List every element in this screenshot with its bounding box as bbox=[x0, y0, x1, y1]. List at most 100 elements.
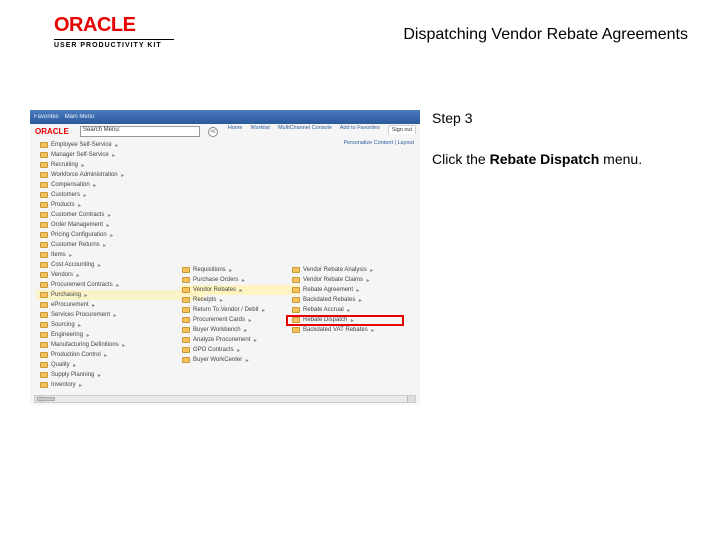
link-signout[interactable]: Sign out bbox=[388, 125, 416, 134]
folder-icon bbox=[40, 312, 48, 318]
tree-item[interactable]: Inventory▸ bbox=[36, 380, 204, 390]
tree-item[interactable]: Manufacturing Definitions▸ bbox=[36, 340, 204, 350]
tree-item-label: GPO Contracts bbox=[193, 347, 234, 353]
tree-item[interactable]: Backdated Rebates▸ bbox=[290, 295, 410, 305]
tree-item[interactable]: Backdated VAT Rebates▸ bbox=[290, 325, 410, 335]
folder-icon bbox=[292, 267, 300, 273]
topbar-favorites[interactable]: Favorites bbox=[34, 114, 59, 120]
tree-item[interactable]: Requisitions▸ bbox=[180, 265, 300, 275]
tree-item[interactable]: Recruiting▸ bbox=[36, 160, 204, 170]
tree-item[interactable]: Rebate Agreement▸ bbox=[290, 285, 410, 295]
tree-item[interactable]: Rebate Accrual▸ bbox=[290, 305, 410, 315]
folder-icon bbox=[40, 332, 48, 338]
tree-item[interactable]: Supply Planning▸ bbox=[36, 370, 204, 380]
tree-item[interactable]: Order Management▸ bbox=[36, 220, 204, 230]
caret-icon: ▸ bbox=[115, 142, 119, 149]
topbar-mainmenu[interactable]: Main Menu bbox=[65, 114, 95, 120]
tree-item[interactable]: Vendor Rebate Claims▸ bbox=[290, 275, 410, 285]
tree-item-label: Manager Self-Service bbox=[51, 152, 109, 158]
folder-icon bbox=[182, 357, 190, 363]
tree-item-label: Purchase Orders bbox=[193, 277, 238, 283]
caret-icon: ▸ bbox=[78, 202, 82, 209]
tree-item[interactable]: Vendor Rebates▸ bbox=[180, 285, 300, 295]
tree-item[interactable]: Production Control▸ bbox=[36, 350, 204, 360]
tree-item[interactable]: Buyer WorkCenter▸ bbox=[180, 355, 300, 365]
tree-item-label: Engineering bbox=[51, 332, 83, 338]
tree-item[interactable]: Employee Self-Service▸ bbox=[36, 140, 204, 150]
horizontal-scrollbar[interactable] bbox=[34, 395, 416, 403]
tree-item[interactable]: Purchase Orders▸ bbox=[180, 275, 300, 285]
folder-icon bbox=[40, 282, 48, 288]
tree-item[interactable]: Purchasing▸ bbox=[36, 290, 204, 300]
tree-item[interactable]: Customer Contracts▸ bbox=[36, 210, 204, 220]
caret-icon: ▸ bbox=[79, 382, 83, 389]
tree-item[interactable]: Procurement Contracts▸ bbox=[36, 280, 204, 290]
tree-item[interactable]: Analyze Procurement▸ bbox=[180, 335, 300, 345]
tree-item[interactable]: Pricing Configuration▸ bbox=[36, 230, 204, 240]
tree-item-label: Supply Planning bbox=[51, 372, 94, 378]
caret-icon: ▸ bbox=[86, 332, 90, 339]
tree-item-label: Customer Returns bbox=[51, 242, 100, 248]
tree-item[interactable]: Sourcing▸ bbox=[36, 320, 204, 330]
link-addfav[interactable]: Add to Favorites bbox=[340, 125, 380, 134]
collapse-icon[interactable]: ≪ bbox=[208, 127, 218, 137]
folder-icon bbox=[40, 182, 48, 188]
step-text: Click the Rebate Dispatch menu. bbox=[432, 150, 692, 169]
tree-item[interactable]: Manager Self-Service▸ bbox=[36, 150, 204, 160]
folder-icon bbox=[40, 362, 48, 368]
caret-icon: ▸ bbox=[107, 212, 111, 219]
oracle-wordmark: ORACLE bbox=[54, 14, 174, 37]
tree-item[interactable]: Receipts▸ bbox=[180, 295, 300, 305]
folder-icon bbox=[40, 372, 48, 378]
page-title: Dispatching Vendor Rebate Agreements bbox=[403, 26, 688, 44]
caret-icon: ▸ bbox=[97, 262, 101, 269]
folder-icon bbox=[40, 242, 48, 248]
tree-item[interactable]: Rebate Dispatch▸ bbox=[290, 315, 410, 325]
tree-item[interactable]: Customer Returns▸ bbox=[36, 240, 204, 250]
link-home[interactable]: Home bbox=[228, 125, 243, 134]
scroll-right-icon[interactable] bbox=[407, 396, 415, 402]
tree-item[interactable]: Buyer Workbench▸ bbox=[180, 325, 300, 335]
tree-item[interactable]: Cost Accounting▸ bbox=[36, 260, 204, 270]
tree-item[interactable]: Items▸ bbox=[36, 250, 204, 260]
scrollbar-thumb[interactable] bbox=[37, 397, 55, 401]
caret-icon: ▸ bbox=[83, 192, 87, 199]
header: ORACLE USER PRODUCTIVITY KIT Dispatching… bbox=[0, 0, 720, 60]
folder-icon bbox=[40, 212, 48, 218]
tree-item-label: Sourcing bbox=[51, 322, 75, 328]
tree-item[interactable]: Engineering▸ bbox=[36, 330, 204, 340]
tree-item[interactable]: eProcurement▸ bbox=[36, 300, 204, 310]
tree-item[interactable]: Vendor Rebate Analysis▸ bbox=[290, 265, 410, 275]
tree-item-label: Services Procurement bbox=[51, 312, 110, 318]
folder-icon bbox=[292, 277, 300, 283]
personalize-link[interactable]: Personalize Content | Layout bbox=[343, 140, 414, 146]
tree-item[interactable]: Quality▸ bbox=[36, 360, 204, 370]
nav-tree-level3: Vendor Rebate Analysis▸Vendor Rebate Cla… bbox=[290, 265, 410, 335]
tree-item[interactable]: Workforce Administration▸ bbox=[36, 170, 204, 180]
tree-item[interactable]: eSettlements▸ bbox=[36, 390, 204, 391]
link-mcf[interactable]: MultiChannel Console bbox=[278, 125, 332, 134]
folder-icon bbox=[40, 302, 48, 308]
tree-item[interactable]: Vendors▸ bbox=[36, 270, 204, 280]
folder-icon bbox=[40, 272, 48, 278]
tree-item-label: Rebate Accrual bbox=[303, 307, 344, 313]
tree-item[interactable]: Procurement Cards▸ bbox=[180, 315, 300, 325]
tree-item[interactable]: Customers▸ bbox=[36, 190, 204, 200]
caret-icon: ▸ bbox=[356, 287, 360, 294]
tree-item-label: Products bbox=[51, 202, 75, 208]
search-menu-input[interactable]: Search Menu: bbox=[80, 126, 200, 137]
tree-item[interactable]: GPO Contracts▸ bbox=[180, 345, 300, 355]
tree-item[interactable]: Services Procurement▸ bbox=[36, 310, 204, 320]
tree-item[interactable]: Return To Vendor / Debit▸ bbox=[180, 305, 300, 315]
caret-icon: ▸ bbox=[103, 242, 107, 249]
caret-icon: ▸ bbox=[93, 182, 97, 189]
tree-item-label: Receipts bbox=[193, 297, 216, 303]
tree-item[interactable]: Compensation▸ bbox=[36, 180, 204, 190]
tree-item[interactable]: Products▸ bbox=[36, 200, 204, 210]
link-worklist[interactable]: Worklist bbox=[250, 125, 269, 134]
tree-item-label: Vendors bbox=[51, 272, 73, 278]
caret-icon: ▸ bbox=[350, 317, 354, 324]
tree-item-label: Backdated VAT Rebates bbox=[303, 327, 368, 333]
tree-item-label: Procurement Cards bbox=[193, 317, 245, 323]
caret-icon: ▸ bbox=[122, 342, 126, 349]
